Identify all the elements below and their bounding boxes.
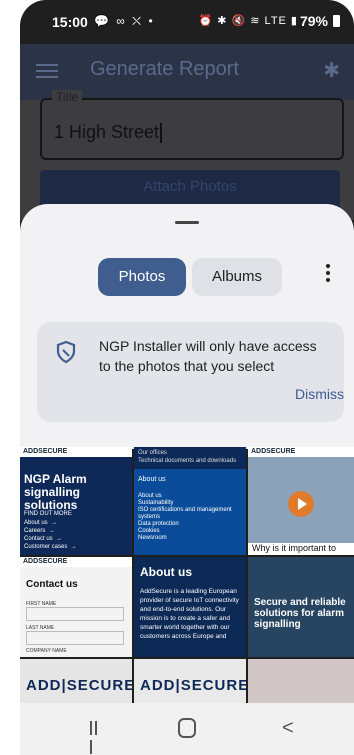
photo-tile[interactable]: ADD|SECURE [20, 659, 132, 703]
title-field[interactable]: Title 1 High Street [40, 90, 344, 160]
tile-title: About us [140, 565, 192, 579]
photo-tile[interactable]: About us AddSecure is a leading European… [134, 557, 246, 657]
tile-find: FIND OUT MORE [24, 511, 72, 517]
notification-icons: 💬 ∞ ⛌ • [94, 14, 155, 28]
tab-albums[interactable]: Albums [192, 258, 282, 296]
menu-icon[interactable] [36, 60, 58, 80]
tile-about: About us [138, 476, 166, 483]
home-icon[interactable] [178, 718, 196, 738]
photo-tile[interactable]: ADD|SECURE [134, 659, 246, 703]
title-field-value[interactable]: 1 High Street [54, 122, 163, 144]
photo-tile[interactable]: ADDSECURE Why is it important to [248, 447, 354, 555]
status-bar: 15:00 💬 ∞ ⛌ • ⏰ ✱ 🔇 ≋ LTE ▮ 79% [20, 0, 354, 44]
tile-logo: ADD|SECURE [26, 677, 132, 694]
tile-input [26, 607, 124, 621]
tile-header: ADDSECURE [20, 557, 132, 567]
tile-top: Our offices Technical documents and down… [138, 450, 237, 464]
photo-picker-sheet: Photos Albums NGP Installer will only ha… [20, 204, 354, 449]
shield-icon [56, 340, 76, 364]
photo-tile[interactable]: Our offices Technical documents and down… [134, 447, 246, 555]
tile-input [26, 631, 124, 645]
status-time: 15:00 [52, 14, 88, 30]
page-title: Generate Report [90, 58, 239, 80]
back-icon[interactable]: < [282, 717, 294, 740]
dismiss-button[interactable]: Dismiss [295, 386, 344, 402]
drag-handle[interactable] [175, 221, 199, 224]
bluetooth-icon[interactable]: ✱ [323, 58, 340, 83]
photo-tile[interactable]: ADDSECURE Contact us FIRST NAME LAST NAM… [20, 557, 132, 657]
tile-links: About us → Careers → Contact us → Custom… [24, 520, 77, 550]
access-notice: NGP Installer will only have access to t… [37, 322, 344, 422]
photo-tile[interactable]: ADDSECURE NGP Alarm signalling solutions… [20, 447, 132, 555]
battery-icon [333, 15, 340, 27]
tile-logo: ADD|SECURE [140, 677, 246, 694]
tile-image [248, 457, 354, 543]
more-options-icon[interactable] [326, 264, 330, 285]
system-nav-bar: < [20, 703, 354, 755]
tile-title: Secure and reliable solutions for alarm … [254, 597, 346, 630]
tile-header: ADDSECURE [20, 447, 132, 457]
text-caret [160, 123, 163, 144]
photo-tile[interactable] [248, 659, 354, 703]
battery-percentage: 79% [299, 13, 328, 29]
tile-panel: About us About us Sustainability ISO cer… [134, 469, 246, 555]
recents-icon[interactable] [90, 721, 104, 754]
tile-field: COMPANY NAME [26, 648, 67, 654]
tile-body: AddSecure is a leading European provider… [140, 588, 239, 640]
tile-header: ADDSECURE [248, 447, 354, 457]
tile-caption: Why is it important to [248, 543, 354, 555]
photo-grid: ADDSECURE NGP Alarm signalling solutions… [20, 447, 354, 703]
system-icons: ⏰ ✱ 🔇 ≋ LTE ▮ [198, 15, 298, 27]
tile-list: About us Sustainability ISO certificatio… [138, 493, 232, 541]
title-field-label: Title [52, 90, 83, 104]
play-triangle [298, 498, 307, 510]
tile-title: Contact us [26, 579, 78, 590]
phone-screen: 15:00 💬 ∞ ⛌ • ⏰ ✱ 🔇 ≋ LTE ▮ 79% Generate… [20, 0, 354, 755]
tile-title: NGP Alarm signalling solutions [24, 472, 87, 512]
title-text: 1 High Street [54, 122, 160, 142]
notice-message: NGP Installer will only have access to t… [99, 338, 317, 374]
photo-tile[interactable]: Secure and reliable solutions for alarm … [248, 557, 354, 657]
tab-photos[interactable]: Photos [98, 258, 186, 296]
